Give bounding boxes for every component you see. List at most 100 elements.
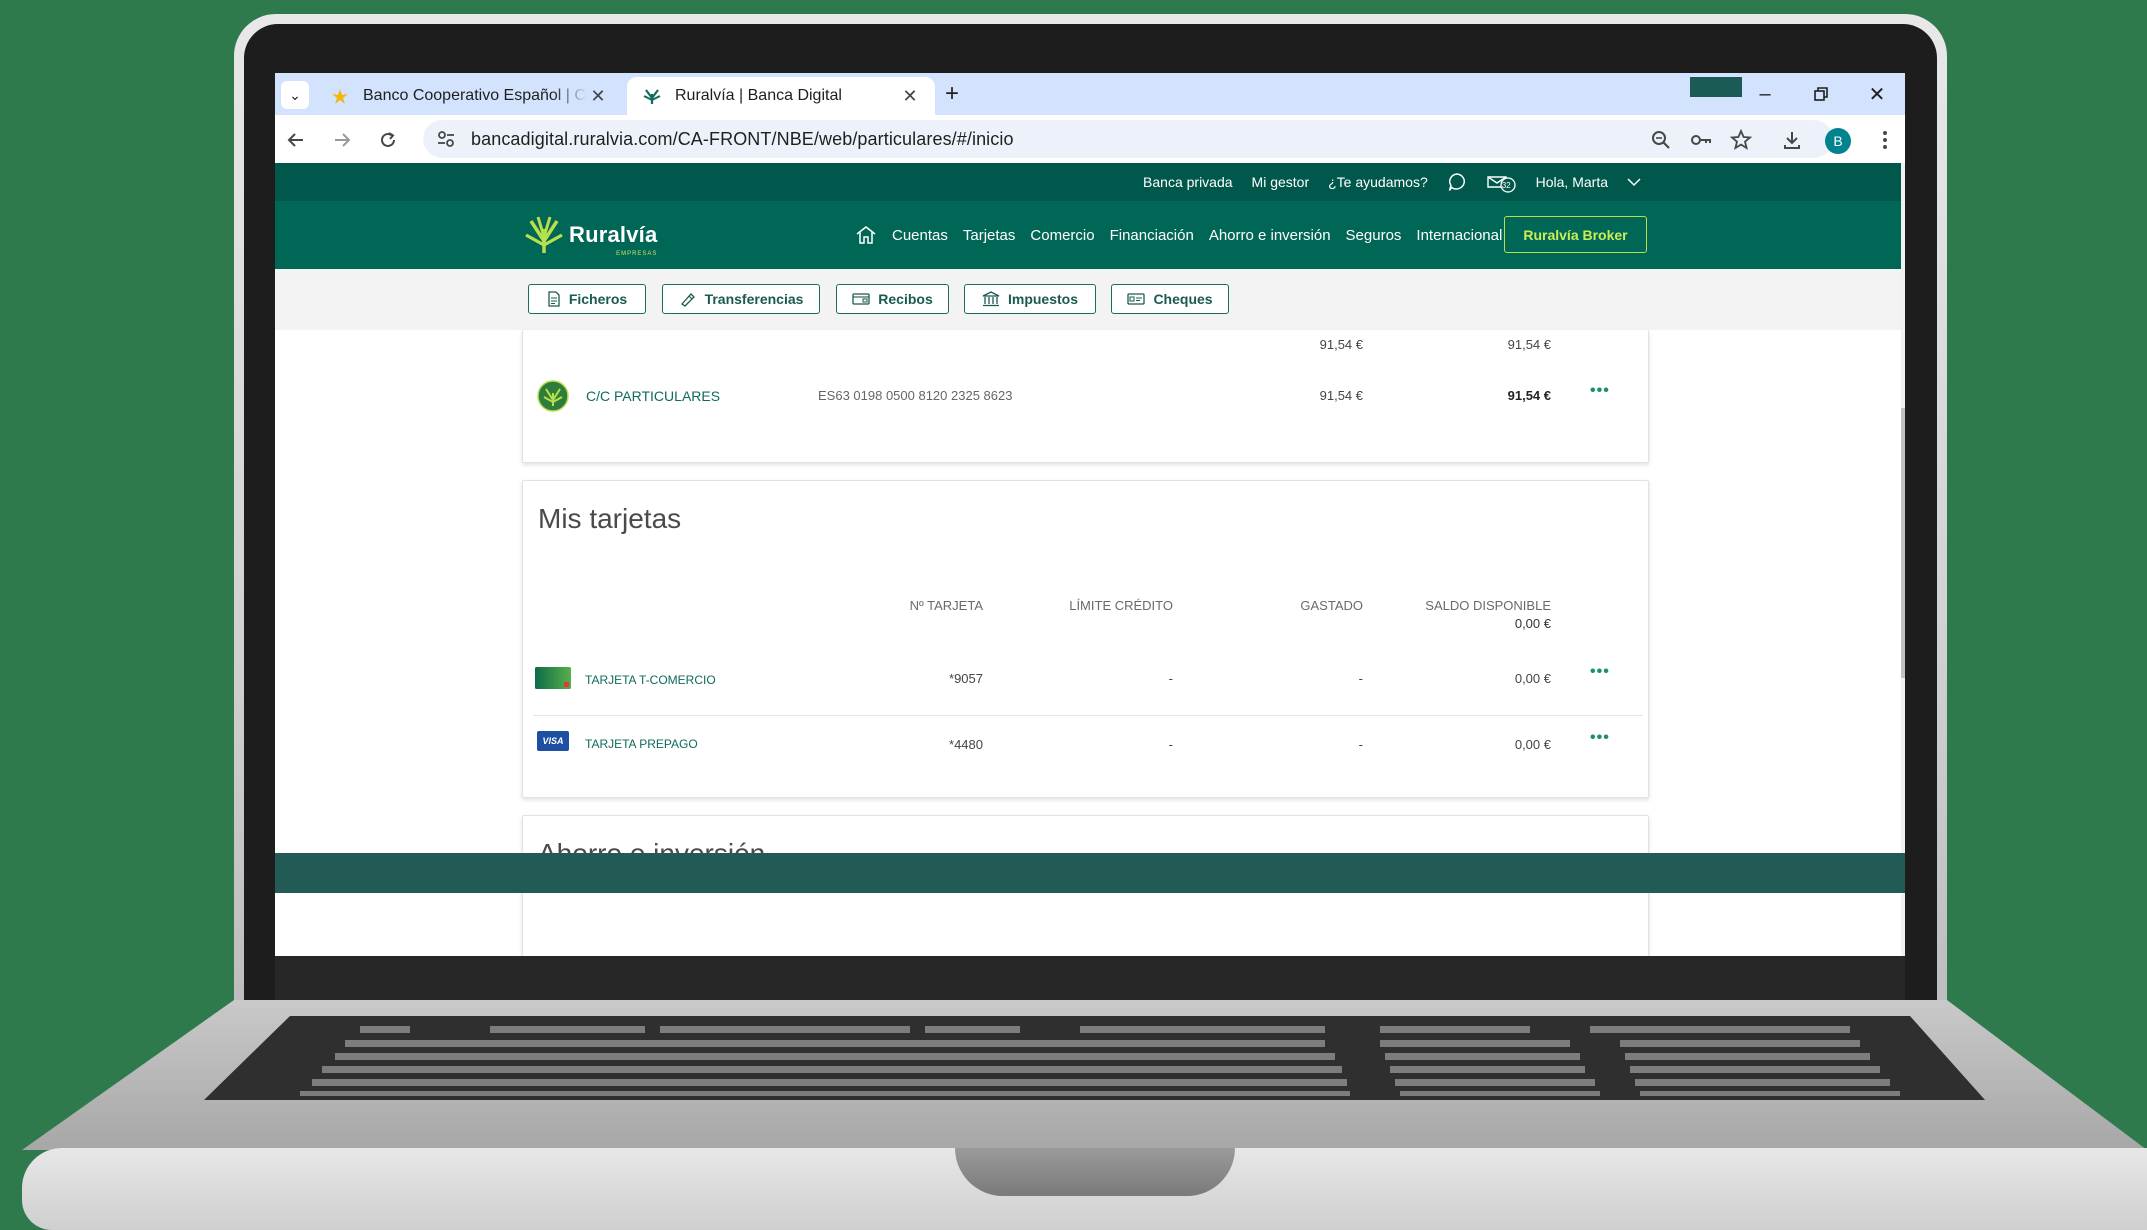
tab-search-button[interactable]: ⌄ bbox=[281, 81, 309, 109]
browser-toolbar: bancadigital.ruralvia.com/CA-FRONT/NBE/w… bbox=[275, 115, 1905, 163]
close-window-button[interactable]: ✕ bbox=[1849, 75, 1905, 113]
back-button[interactable] bbox=[279, 123, 313, 157]
quick-action-label: Recibos bbox=[878, 291, 933, 307]
ruralvia-leaf-icon bbox=[525, 216, 563, 253]
plus-icon: + bbox=[944, 80, 959, 107]
private-banking-link[interactable]: Banca privada bbox=[1143, 174, 1233, 190]
card-tcomercio-icon bbox=[535, 667, 571, 689]
chevron-down-icon: ⌄ bbox=[289, 86, 301, 103]
screen-footer-band bbox=[275, 853, 1905, 893]
visa-badge: VISA bbox=[537, 731, 569, 751]
ruralvia-logo[interactable]: Ruralvía EMPRESAS bbox=[523, 215, 658, 257]
forward-button[interactable] bbox=[325, 123, 359, 157]
nav-item-cuentas[interactable]: Cuentas bbox=[892, 227, 948, 244]
card-available: 0,00 € bbox=[1514, 737, 1551, 752]
new-tab-button[interactable]: + bbox=[937, 79, 967, 109]
cheque-icon bbox=[1127, 293, 1146, 305]
col-credit-limit: LÍMITE CRÉDITO bbox=[1069, 598, 1173, 613]
url-text: bancadigital.ruralvia.com/CA-FRONT/NBE/w… bbox=[471, 129, 1014, 149]
close-icon: ✕ bbox=[1868, 83, 1886, 106]
impuestos-button[interactable]: Impuestos bbox=[964, 284, 1096, 314]
bezel-bottom bbox=[275, 956, 1905, 1000]
site-settings-icon[interactable] bbox=[435, 128, 457, 150]
close-icon[interactable]: ✕ bbox=[587, 86, 609, 107]
reload-button[interactable] bbox=[371, 123, 405, 157]
utility-bar: Banca privada Mi gestor ¿Te ayudamos? 32… bbox=[275, 163, 1901, 201]
account-name[interactable]: C/C PARTICULARES bbox=[586, 388, 720, 404]
nav-item-financiacion[interactable]: Financiación bbox=[1110, 227, 1194, 244]
password-key-icon[interactable] bbox=[1689, 128, 1713, 152]
col-card-number: Nº TARJETA bbox=[909, 598, 983, 613]
card-number: *9057 bbox=[949, 671, 983, 686]
col-available-balance: SALDO DISPONIBLE bbox=[1425, 598, 1551, 613]
row-divider bbox=[533, 715, 1643, 716]
window-overlay-block bbox=[1690, 77, 1742, 97]
recibos-button[interactable]: Recibos bbox=[836, 284, 949, 314]
card-number: *4480 bbox=[949, 737, 983, 752]
brand-subtitle: EMPRESAS bbox=[616, 251, 658, 257]
main-navigation: Ruralvía EMPRESAS Cuentas Tarjetas Comer… bbox=[275, 201, 1901, 269]
laptop-opening-notch bbox=[955, 1148, 1235, 1196]
browser-window: ⌄ Banco Cooperativo Español | Coo ✕ Rura… bbox=[275, 73, 1905, 956]
zoom-icon[interactable] bbox=[1649, 128, 1673, 152]
laptop-palmrest bbox=[22, 1148, 2147, 1230]
nav-item-seguros[interactable]: Seguros bbox=[1346, 227, 1402, 244]
total-balance: 91,54 € bbox=[1319, 337, 1363, 352]
chevron-down-icon[interactable] bbox=[1627, 177, 1641, 187]
card-more-options[interactable]: ••• bbox=[1590, 663, 1610, 681]
banco-cooperativo-favicon-icon bbox=[329, 85, 351, 107]
account-balance: 91,54 € bbox=[1319, 388, 1363, 403]
tab-ruralvia[interactable]: Ruralvía | Banca Digital ✕ bbox=[627, 77, 935, 115]
account-logo-icon bbox=[537, 380, 569, 412]
browser-menu-button[interactable] bbox=[1868, 123, 1902, 157]
arrow-left-icon bbox=[287, 133, 303, 147]
minimize-icon: – bbox=[1759, 82, 1771, 105]
quick-action-label: Ficheros bbox=[568, 291, 628, 307]
page-scrollbar[interactable] bbox=[1901, 163, 1905, 956]
quick-action-label: Transferencias bbox=[704, 291, 804, 307]
card-limit: - bbox=[1168, 737, 1173, 752]
notifications-button[interactable]: 32 bbox=[1486, 171, 1516, 193]
tab-banco-cooperativo[interactable]: Banco Cooperativo Español | Coo ✕ bbox=[315, 77, 623, 115]
nav-item-comercio[interactable]: Comercio bbox=[1030, 227, 1094, 244]
tab-title: Banco Cooperativo Español | Coo bbox=[363, 87, 587, 104]
help-link[interactable]: ¿Te ayudamos? bbox=[1328, 174, 1428, 190]
card-spent: - bbox=[1358, 737, 1363, 752]
col-spent: GASTADO bbox=[1300, 598, 1363, 613]
bookmark-star-icon[interactable] bbox=[1729, 128, 1753, 152]
chat-bubble-icon[interactable] bbox=[1447, 172, 1467, 192]
profile-avatar[interactable]: B bbox=[1825, 128, 1851, 154]
minimize-button[interactable]: – bbox=[1737, 75, 1793, 113]
card-spent: - bbox=[1358, 671, 1363, 686]
ficheros-button[interactable]: Ficheros bbox=[528, 284, 646, 314]
quick-actions-bar: Ficheros Transferencias Recibos Impuesto… bbox=[275, 269, 1901, 330]
cheques-button[interactable]: Cheques bbox=[1111, 284, 1229, 314]
web-page: Banca privada Mi gestor ¿Te ayudamos? 32… bbox=[275, 163, 1901, 956]
nav-item-tarjetas[interactable]: Tarjetas bbox=[963, 227, 1016, 244]
home-icon[interactable] bbox=[855, 225, 877, 245]
ruralvia-broker-button[interactable]: Ruralvía Broker bbox=[1504, 216, 1647, 253]
bank-building-icon bbox=[982, 291, 1000, 307]
downloads-button[interactable] bbox=[1775, 123, 1809, 157]
restore-button[interactable] bbox=[1793, 75, 1849, 113]
user-greeting[interactable]: Hola, Marta bbox=[1536, 174, 1608, 190]
scrollbar-thumb[interactable] bbox=[1901, 408, 1905, 678]
tab-strip: ⌄ Banco Cooperativo Español | Coo ✕ Rura… bbox=[275, 73, 1905, 115]
nav-item-ahorro-inversion[interactable]: Ahorro e inversión bbox=[1209, 227, 1331, 244]
restore-icon bbox=[1814, 87, 1828, 101]
close-icon[interactable]: ✕ bbox=[899, 86, 921, 107]
reload-icon bbox=[381, 132, 395, 147]
card-available: 0,00 € bbox=[1514, 671, 1551, 686]
receipt-icon bbox=[852, 293, 870, 305]
brand-name: Ruralvía bbox=[569, 222, 658, 247]
my-manager-link[interactable]: Mi gestor bbox=[1252, 174, 1310, 190]
transferencias-button[interactable]: Transferencias bbox=[662, 284, 820, 314]
ruralvia-favicon-icon bbox=[641, 85, 663, 107]
cards-total-available: 0,00 € bbox=[1514, 616, 1551, 631]
card-name[interactable]: TARJETA T-COMERCIO bbox=[585, 673, 716, 687]
card-more-options[interactable]: ••• bbox=[1590, 729, 1610, 747]
address-bar[interactable]: bancadigital.ruralvia.com/CA-FRONT/NBE/w… bbox=[423, 120, 1833, 158]
card-name[interactable]: TARJETA PREPAGO bbox=[585, 737, 698, 751]
account-more-options[interactable]: ••• bbox=[1590, 382, 1610, 400]
nav-item-internacional[interactable]: Internacional bbox=[1416, 227, 1502, 244]
